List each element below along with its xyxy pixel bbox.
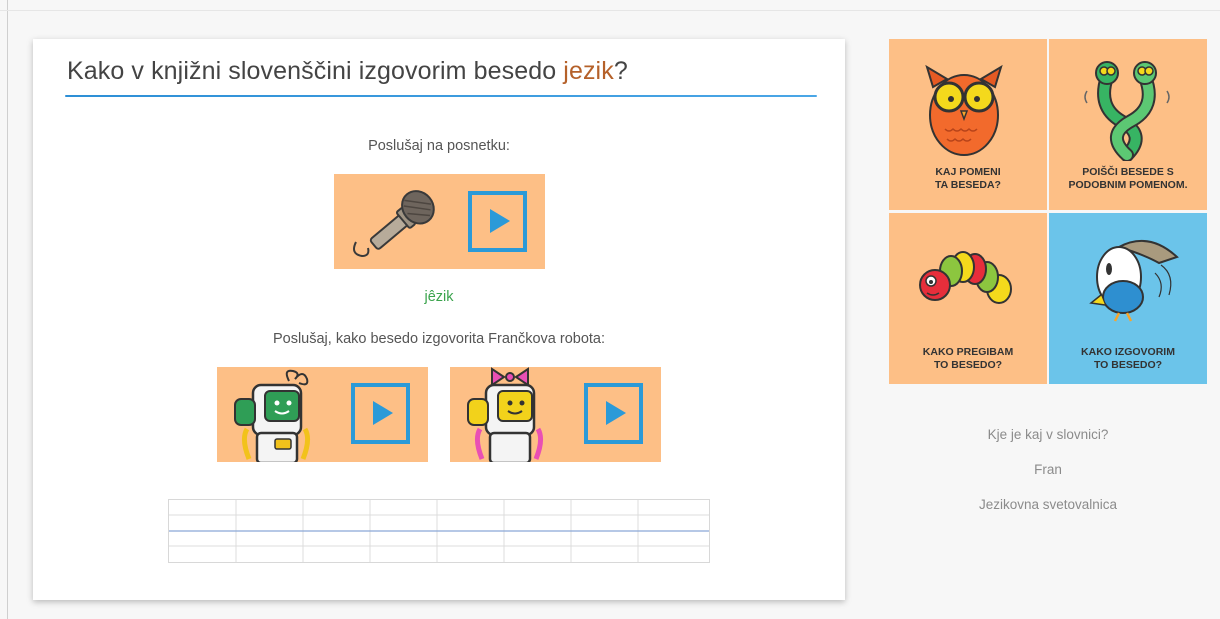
word-with-accent: jêzik bbox=[33, 289, 845, 305]
robots-label: Poslušaj, kako besedo izgovorita Frančko… bbox=[272, 331, 606, 347]
page-title: Kako v knjižni slovenščini izgovorim bes… bbox=[67, 57, 628, 86]
tile-label-line: PODOBNIM POMENOM. bbox=[1068, 179, 1188, 191]
tile-inflection[interactable]: KAKO PREGIBAM TO BESEDO? bbox=[889, 213, 1047, 384]
window-top-border bbox=[0, 10, 1220, 11]
writing-grid-lines bbox=[169, 500, 709, 562]
green-robot-audio-box bbox=[217, 367, 428, 462]
play-icon bbox=[606, 401, 626, 425]
tile-label-line: POIŠČI BESEDE S bbox=[1082, 166, 1174, 178]
word-accent-char: ê bbox=[427, 289, 436, 305]
category-tiles: KAJ POMENI TA BESEDA? POIŠČI BESEDE S PO… bbox=[889, 39, 1207, 384]
microphone-icon bbox=[353, 190, 435, 258]
play-green-robot-button[interactable] bbox=[351, 383, 410, 444]
tile-pronunciation[interactable]: KAKO IZGOVORIM TO BESEDO? bbox=[1049, 213, 1207, 384]
title-word: jezik bbox=[563, 57, 614, 85]
listen-label: Poslušaj na posnetku: bbox=[368, 138, 510, 154]
writing-grid bbox=[168, 499, 710, 563]
play-icon bbox=[490, 209, 510, 233]
tile-meaning[interactable]: KAJ POMENI TA BESEDA? bbox=[889, 39, 1047, 210]
tile-meaning-label: KAJ POMENI TA BESEDA? bbox=[889, 166, 1047, 192]
tile-label-line: KAKO PREGIBAM bbox=[922, 346, 1014, 358]
tile-label-line: TO BESEDO? bbox=[1093, 359, 1163, 371]
title-text: Kako v knjižni slovenščini izgovorim bes… bbox=[67, 57, 564, 85]
tile-synonyms[interactable]: POIŠČI BESEDE S PODOBNIM POMENOM. bbox=[1049, 39, 1207, 210]
title-underline bbox=[65, 95, 817, 97]
play-recording-button[interactable] bbox=[468, 191, 527, 252]
recording-audio-box bbox=[334, 174, 545, 269]
tile-label-line: KAKO IZGOVORIM bbox=[1081, 346, 1175, 358]
main-card: Kako v knjižni slovenščini izgovorim bes… bbox=[33, 39, 845, 600]
yellow-robot-icon bbox=[467, 367, 544, 462]
link-language-advice[interactable]: Jezikovna svetovalnica bbox=[889, 497, 1207, 512]
tile-label-line: KAJ POMENI bbox=[935, 166, 1001, 178]
title-suffix: ? bbox=[613, 57, 628, 85]
owl-icon bbox=[925, 64, 1003, 156]
tile-label-line: TA BESEDA? bbox=[935, 179, 1001, 191]
tile-inflection-label: KAKO PREGIBAM TO BESEDO? bbox=[889, 346, 1047, 372]
tile-pronunciation-label: KAKO IZGOVORIM TO BESEDO? bbox=[1049, 346, 1207, 372]
snakes-icon bbox=[1084, 61, 1170, 161]
link-fran[interactable]: Fran bbox=[889, 462, 1207, 477]
caterpillar-icon bbox=[919, 251, 1012, 304]
green-robot-icon bbox=[234, 369, 311, 462]
tile-synonyms-label: POIŠČI BESEDE S PODOBNIM POMENOM. bbox=[1049, 166, 1207, 192]
link-where-in-grammar[interactable]: Kje je kaj v slovnici? bbox=[889, 427, 1207, 442]
tile-label-line: TO BESEDO? bbox=[933, 359, 1003, 371]
play-icon bbox=[373, 401, 393, 425]
yellow-robot-audio-box bbox=[450, 367, 661, 462]
bird-icon bbox=[1089, 240, 1179, 322]
word-part-2: zik bbox=[435, 289, 454, 305]
play-yellow-robot-button[interactable] bbox=[584, 383, 643, 444]
window-left-border bbox=[7, 0, 8, 619]
